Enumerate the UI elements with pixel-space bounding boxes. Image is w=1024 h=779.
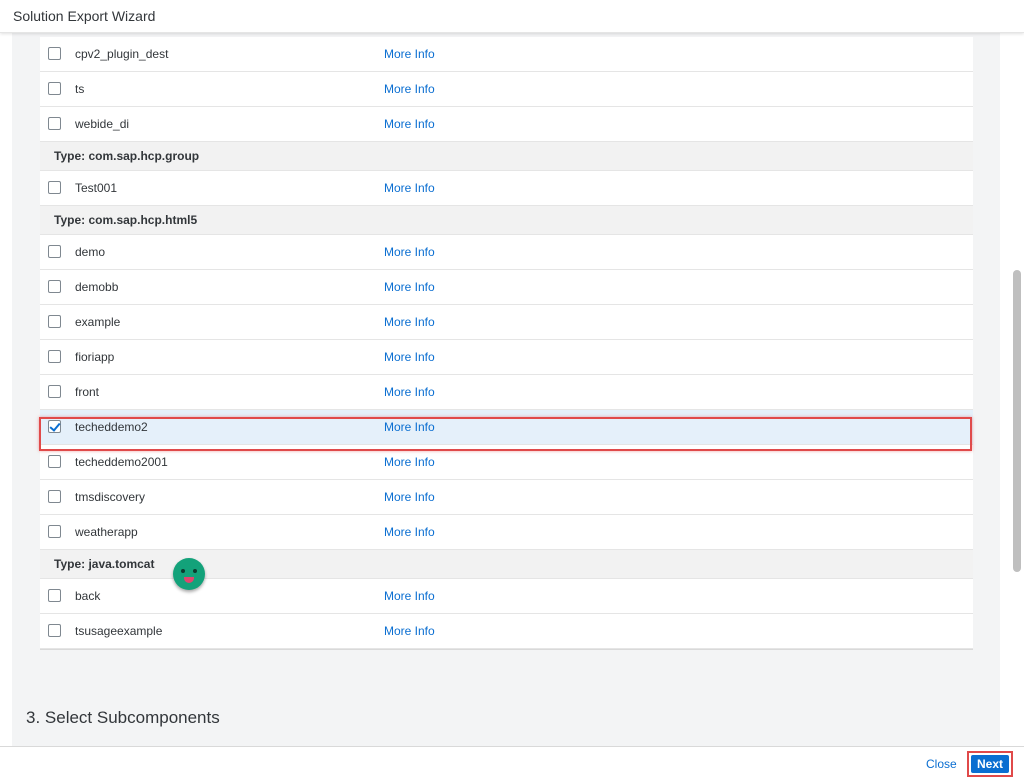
component-row[interactable]: techeddemo2 More Info	[40, 410, 973, 445]
component-row[interactable]: cpv2_plugin_dest More Info	[40, 37, 973, 72]
window-title: Solution Export Wizard	[13, 8, 156, 24]
component-row[interactable]: ts More Info	[40, 72, 973, 107]
component-row[interactable]: weatherapp More Info	[40, 515, 973, 550]
type-group-label: Type: com.sap.hcp.group	[54, 149, 200, 163]
checkbox[interactable]	[48, 280, 61, 293]
component-table: cpv2_plugin_dest More Info ts More Info webi…	[40, 37, 973, 650]
component-name: back	[75, 589, 101, 603]
component-row[interactable]: tmsdiscovery More Info	[40, 480, 973, 515]
component-name: techeddemo2001	[75, 455, 168, 469]
component-name: fioriapp	[75, 350, 115, 364]
type-group-header: Type: com.sap.hcp.html5	[40, 206, 973, 235]
more-info-link[interactable]: More Info	[384, 245, 435, 259]
component-name: front	[75, 385, 100, 399]
component-row[interactable]: webide_di More Info	[40, 107, 973, 142]
vertical-scrollbar[interactable]	[1013, 270, 1021, 572]
component-row[interactable]: fioriapp More Info	[40, 340, 973, 375]
component-name: techeddemo2	[75, 420, 148, 434]
more-info-link[interactable]: More Info	[384, 455, 435, 469]
component-name: example	[75, 315, 121, 329]
type-group-label: Type: com.sap.hcp.html5	[54, 213, 198, 227]
more-info-link[interactable]: More Info	[384, 47, 435, 61]
next-button[interactable]: Next	[971, 755, 1009, 773]
more-info-link[interactable]: More Info	[384, 315, 435, 329]
component-row[interactable]: example More Info	[40, 305, 973, 340]
checkbox[interactable]	[48, 490, 61, 503]
component-row[interactable]: tsusageexample More Info	[40, 614, 973, 649]
next-button-highlight: Next	[967, 751, 1013, 777]
component-name: demobb	[75, 280, 119, 294]
more-info-link[interactable]: More Info	[384, 589, 435, 603]
checkbox[interactable]	[48, 350, 61, 363]
more-info-link[interactable]: More Info	[384, 350, 435, 364]
component-name: demo	[75, 245, 106, 259]
type-group-header: Type: com.sap.hcp.group	[40, 142, 973, 171]
component-name: Test001	[75, 181, 118, 195]
checkbox[interactable]	[48, 181, 61, 194]
component-row[interactable]: Test001 More Info	[40, 171, 973, 206]
more-info-link[interactable]: More Info	[384, 420, 435, 434]
more-info-link[interactable]: More Info	[384, 525, 435, 539]
title-bar: Solution Export Wizard	[0, 0, 1024, 33]
component-name: cpv2_plugin_dest	[75, 47, 169, 61]
checkbox[interactable]	[48, 525, 61, 538]
checkbox[interactable]	[48, 589, 61, 602]
assistant-mascot-icon[interactable]	[173, 558, 205, 590]
component-row[interactable]: demobb More Info	[40, 270, 973, 305]
component-name: ts	[75, 82, 85, 96]
component-name: weatherapp	[75, 525, 138, 539]
component-row[interactable]: demo More Info	[40, 235, 973, 270]
more-info-link[interactable]: More Info	[384, 385, 435, 399]
more-info-link[interactable]: More Info	[384, 624, 435, 638]
checkbox[interactable]	[48, 624, 61, 637]
checkbox[interactable]	[48, 315, 61, 328]
component-name: tmsdiscovery	[75, 490, 146, 504]
more-info-link[interactable]: More Info	[384, 280, 435, 294]
checkbox[interactable]	[48, 82, 61, 95]
component-row[interactable]: front More Info	[40, 375, 973, 410]
more-info-link[interactable]: More Info	[384, 82, 435, 96]
checkbox[interactable]	[48, 455, 61, 468]
more-info-link[interactable]: More Info	[384, 117, 435, 131]
checkbox[interactable]	[48, 385, 61, 398]
component-name: tsusageexample	[75, 624, 163, 638]
type-group-label: Type: java.tomcat	[54, 557, 155, 571]
section-title: 3. Select Subcomponents	[26, 708, 220, 727]
checkbox[interactable]	[48, 245, 61, 258]
close-button[interactable]: Close	[926, 757, 957, 771]
checkbox-checked[interactable]	[48, 420, 61, 433]
component-name: webide_di	[75, 117, 130, 131]
checkbox[interactable]	[48, 47, 61, 60]
more-info-link[interactable]: More Info	[384, 181, 435, 195]
wizard-content: cpv2_plugin_dest More Info ts More Info webi…	[12, 33, 1000, 747]
wizard-footer: Close Next	[0, 746, 1024, 779]
component-row[interactable]: techeddemo2001 More Info	[40, 445, 973, 480]
checkbox[interactable]	[48, 117, 61, 130]
more-info-link[interactable]: More Info	[384, 490, 435, 504]
